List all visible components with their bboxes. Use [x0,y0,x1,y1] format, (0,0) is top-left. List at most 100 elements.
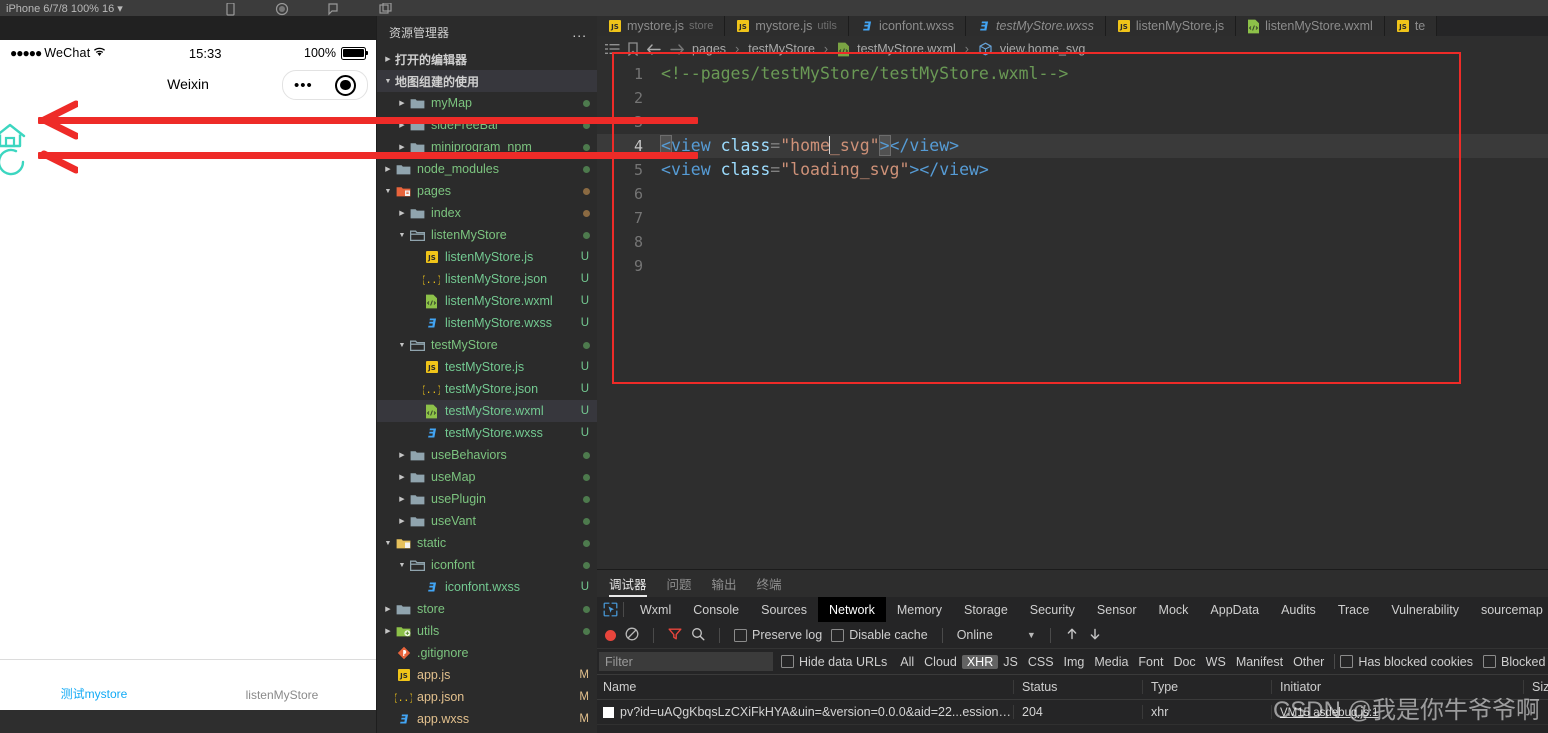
tree-item-testmystore-json[interactable]: {..} testMyStore.json U [377,378,597,400]
tree-item-testmystore-wxss[interactable]: ƎtestMyStore.wxss U [377,422,597,444]
tree-item-usebehaviors[interactable]: ▶ useBehaviors [377,444,597,466]
devtools-panel-appdata[interactable]: AppData [1199,597,1270,622]
wechat-capsule[interactable]: ••• [282,70,368,100]
disable-cache-checkbox[interactable]: Disable cache [831,628,928,642]
devtools-panel-sources[interactable]: Sources [750,597,818,622]
tree-item-miniprogram-npm[interactable]: ▶ miniprogram_npm [377,136,597,158]
capsule-close-icon[interactable] [334,74,356,96]
filter-icon[interactable] [668,627,682,644]
explorer-more-icon[interactable]: ... [572,24,587,40]
filter-type-css[interactable]: CSS [1023,655,1059,669]
filter-type-js[interactable]: JS [998,655,1023,669]
devtools-panel-mock[interactable]: Mock [1148,597,1200,622]
tree-item-testmystore-js[interactable]: JS testMyStore.js U [377,356,597,378]
devtools-panel-vulnerability[interactable]: Vulnerability [1380,597,1470,622]
import-har-icon[interactable] [1065,627,1079,644]
filter-type-doc[interactable]: Doc [1168,655,1200,669]
back-arrow-icon[interactable] [646,43,662,56]
devtools-tab-2[interactable]: 输出 [712,570,737,597]
record-icon[interactable] [275,3,289,16]
breadcrumb-testmystore[interactable]: testMyStore [748,42,815,56]
devtools-panel-storage[interactable]: Storage [953,597,1019,622]
editor-tab-mystore-js[interactable]: JS mystore.js store [597,16,726,36]
search-icon[interactable] [691,627,705,644]
tree-item-node-modules[interactable]: ▶ node_modules [377,158,597,180]
tree-item-index[interactable]: ▶ index [377,202,597,224]
code-line[interactable]: 6 [597,182,1548,206]
code-line[interactable]: 8 [597,230,1548,254]
filter-type-other[interactable]: Other [1288,655,1329,669]
tree-item-testmystore-wxml[interactable]: testMyStore.wxml U [377,400,597,422]
tree-item-iconfont[interactable]: ▼ iconfont [377,554,597,576]
tree-item-listenmystore-wxss[interactable]: ƎlistenMyStore.wxss U [377,312,597,334]
outline-icon[interactable] [605,43,620,56]
filter-input[interactable]: Filter [599,652,773,671]
tree-item-listenmystore-wxml[interactable]: listenMyStore.wxml U [377,290,597,312]
code-line[interactable]: 9 [597,254,1548,278]
filter-type-cloud[interactable]: Cloud [919,655,962,669]
editor-tab-listenmystore-wxml[interactable]: listenMyStore.wxml [1236,16,1385,36]
tree-item-store[interactable]: ▶ store [377,598,597,620]
editor-tab-te[interactable]: JS te [1384,16,1438,36]
devtools-tab-1[interactable]: 问题 [667,570,692,597]
tree-item-sidefreebar[interactable]: ▶ sideFreeBar [377,114,597,136]
breadcrumb-pages[interactable]: pages [692,42,726,56]
tree-item-mymap[interactable]: ▶ myMap [377,92,597,114]
tabbar-item-testmystore[interactable]: 测试mystore [0,660,188,710]
tree-item-testmystore[interactable]: ▼ testMyStore [377,334,597,356]
tabbar-item-listenmystore[interactable]: listenMyStore [188,660,376,710]
explorer-section-project[interactable]: ▼ 地图组建的使用 [377,70,597,92]
phone-preview-icon[interactable] [223,3,237,16]
preserve-log-checkbox[interactable]: Preserve log [734,628,822,642]
hide-data-urls-checkbox[interactable]: Hide data URLs [781,655,887,669]
devtools-panel-security[interactable]: Security [1019,597,1086,622]
devtools-panel-console[interactable]: Console [682,597,750,622]
tree-item-app-js[interactable]: JS app.js M [377,664,597,686]
tree-item-useplugin[interactable]: ▶ usePlugin [377,488,597,510]
code-line[interactable]: 4 <view class="home_svg"></view> [597,134,1548,158]
column-header-size[interactable]: Size [1523,680,1548,694]
tree-item-utils[interactable]: ▶ utils [377,620,597,642]
devtools-tab-0[interactable]: 调试器 [609,570,647,597]
devtools-panel-memory[interactable]: Memory [886,597,953,622]
throttling-select[interactable]: Online ▼ [957,628,1036,642]
code-line[interactable]: 7 [597,206,1548,230]
request-initiator-link[interactable]: VM15 asdebug.js:1 [1280,707,1378,719]
devtools-tab-3[interactable]: 终端 [757,570,782,597]
tree-item--gitignore[interactable]: .gitignore [377,642,597,664]
editor-tab-mystore-js[interactable]: JS mystore.js utils [725,16,849,36]
forward-arrow-icon[interactable] [669,43,685,56]
editor-tab-listenmystore-js[interactable]: JS listenMyStore.js [1105,16,1237,36]
capsule-menu-icon[interactable]: ••• [294,78,313,93]
clear-icon[interactable] [625,627,639,644]
tree-item-iconfont-wxss[interactable]: Ǝiconfont.wxss U [377,576,597,598]
breadcrumb-filename[interactable]: testMyStore.wxml [857,42,956,56]
breadcrumb-symbol[interactable]: view.home_svg [1000,42,1085,56]
tree-item-listenmystore-js[interactable]: JS listenMyStore.js U [377,246,597,268]
tree-item-listenmystore-json[interactable]: {..} listenMyStore.json U [377,268,597,290]
devtools-panel-sensor[interactable]: Sensor [1086,597,1148,622]
column-header-status[interactable]: Status [1013,680,1142,694]
explorer-section-open-editors[interactable]: ▶ 打开的编辑器 [377,48,597,70]
column-header-name[interactable]: Name [597,680,1013,694]
filter-type-manifest[interactable]: Manifest [1231,655,1288,669]
tree-item-listenmystore[interactable]: ▼ listenMyStore [377,224,597,246]
filter-type-font[interactable]: Font [1133,655,1168,669]
devtools-panel-network[interactable]: Network [817,597,886,622]
filter-type-all[interactable]: All [895,655,919,669]
devtools-panel-wxml[interactable]: Wxml [629,597,682,622]
tree-item-pages[interactable]: ▼ pages [377,180,597,202]
code-line[interactable]: 1 <!--pages/testMyStore/testMyStore.wxml-… [597,62,1548,86]
bookmark-icon[interactable] [627,42,639,56]
tree-item-usevant[interactable]: ▶ useVant [377,510,597,532]
column-header-type[interactable]: Type [1142,680,1271,694]
filter-type-media[interactable]: Media [1089,655,1133,669]
filter-type-xhr[interactable]: XHR [961,654,999,669]
tree-item-app-json[interactable]: {..} app.json M [377,686,597,708]
devtools-panel-audits[interactable]: Audits [1270,597,1327,622]
inspect-element-icon[interactable] [603,597,618,622]
has-blocked-cookies-checkbox[interactable]: Has blocked cookies [1340,655,1473,669]
editor-tab-iconfont-wxss[interactable]: Ǝiconfont.wxss [848,16,966,36]
tree-item-app-wxss[interactable]: Ǝapp.wxss M [377,708,597,730]
export-har-icon[interactable] [1088,627,1102,644]
